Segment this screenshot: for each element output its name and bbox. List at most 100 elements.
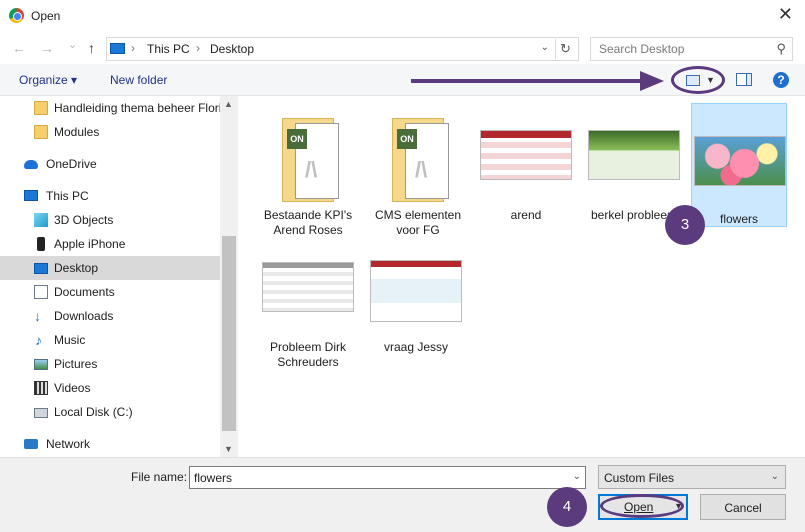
document-thumbnail: ON /\ xyxy=(392,118,449,202)
sidebar-item-label: Apple iPhone xyxy=(54,237,126,251)
file-name-value: flowers xyxy=(194,471,233,485)
refresh-icon[interactable]: ↻ xyxy=(555,39,575,59)
help-icon[interactable]: ? xyxy=(773,72,789,88)
forward-arrow-icon[interactable]: → xyxy=(40,40,54,56)
sidebar-item-this-pc[interactable]: This PC xyxy=(0,184,220,208)
computer-icon xyxy=(110,43,125,54)
sidebar-item-videos[interactable]: Videos xyxy=(0,376,220,400)
onenote-icon: ON xyxy=(287,129,307,149)
chrome-icon xyxy=(9,8,24,23)
close-icon[interactable]: ✕ xyxy=(778,4,793,25)
new-folder-button[interactable]: New folder xyxy=(110,73,167,87)
organize-button[interactable]: Organize ▾ xyxy=(19,73,77,87)
address-bar[interactable]: › This PC › Desktop ⌄ ↻ xyxy=(106,37,579,61)
file-name-label: File name: xyxy=(131,470,188,484)
view-icon xyxy=(686,75,700,86)
file-list: ON /\ Bestaande KPI's Arend Roses ON /\ … xyxy=(238,96,805,457)
cube-icon xyxy=(34,213,48,227)
search-input[interactable]: Search Desktop ⚲ xyxy=(590,37,793,61)
scroll-up-icon[interactable]: ▲ xyxy=(224,99,233,109)
breadcrumb-separator: › xyxy=(196,41,200,55)
scrollbar-thumb[interactable] xyxy=(222,236,236,431)
file-name: flowers xyxy=(719,212,758,226)
file-item-selected[interactable]: flowers xyxy=(691,103,787,227)
download-icon: ↓ xyxy=(34,308,41,324)
breadcrumb-separator: › xyxy=(131,41,135,55)
folder-icon xyxy=(34,101,48,115)
file-item[interactable]: Probleem Dirk Schreuders xyxy=(260,232,356,369)
title-bar: Open ✕ xyxy=(0,0,805,32)
file-name: vraag Jessy xyxy=(383,340,449,354)
annotation-arrow-head xyxy=(640,71,664,91)
document-thumbnail: ON /\ xyxy=(282,118,339,202)
music-icon: ♪ xyxy=(35,332,42,348)
sidebar-item-label: Network xyxy=(46,437,91,451)
chevron-down-icon: ▼ xyxy=(706,75,715,85)
chevron-down-icon[interactable]: ⌄ xyxy=(573,471,581,482)
step-marker-4: 4 xyxy=(547,487,587,527)
document-icon xyxy=(34,285,48,299)
file-item[interactable]: arend xyxy=(478,100,574,224)
navigation-pane: Handleiding thema beheer Flori Modules O… xyxy=(0,96,238,457)
sidebar-item-downloads[interactable]: ↓ Downloads xyxy=(0,304,220,328)
up-arrow-icon[interactable]: ↑ xyxy=(88,40,95,56)
sidebar-item-label: Pictures xyxy=(54,357,98,371)
cancel-button-label: Cancel xyxy=(724,501,762,515)
sidebar-item-label: Downloads xyxy=(54,309,114,323)
image-thumbnail xyxy=(694,136,786,186)
search-icon: ⚲ xyxy=(776,41,786,56)
sidebar-item-label: Modules xyxy=(54,125,100,139)
sidebar-item-music[interactable]: ♪ Music xyxy=(0,328,220,352)
breadcrumb-desktop[interactable]: Desktop xyxy=(210,42,254,56)
folder-icon xyxy=(34,125,48,139)
file-name-field[interactable]: flowers ⌄ xyxy=(189,466,586,489)
change-view-button[interactable]: ▼ xyxy=(671,66,725,94)
sidebar-item-modules[interactable]: Modules xyxy=(0,120,220,144)
annotation-ring xyxy=(600,494,684,518)
sidebar-item-label: Desktop xyxy=(54,261,99,275)
file-type-select[interactable]: Custom Files ⌄ xyxy=(598,465,786,489)
code-mark-icon: /\ xyxy=(415,157,428,182)
chevron-down-icon: ⌄ xyxy=(770,471,779,482)
sidebar-item-pictures[interactable]: Pictures xyxy=(0,352,220,376)
file-item[interactable]: ON /\ CMS elementen voor FG xyxy=(370,100,466,237)
sidebar-item-label: 3D Objects xyxy=(54,213,114,227)
recent-locations-icon[interactable]: ⌄ xyxy=(68,38,77,51)
sidebar-item-label: Documents xyxy=(54,285,115,299)
breadcrumb-this-pc[interactable]: This PC xyxy=(147,42,190,56)
command-bar: Organize ▾ New folder ▼ ? xyxy=(0,64,805,96)
file-item[interactable]: berkel probleem xyxy=(586,100,682,224)
sidebar-item-desktop[interactable]: Desktop xyxy=(0,256,220,280)
file-name: Probleem Dirk Schreuders xyxy=(269,340,347,369)
sidebar-item-onedrive[interactable]: OneDrive xyxy=(0,152,220,176)
cloud-icon xyxy=(24,160,38,169)
image-thumbnail xyxy=(370,260,462,322)
cancel-button[interactable]: Cancel xyxy=(700,494,786,520)
scroll-down-icon[interactable]: ▼ xyxy=(224,444,233,454)
step-marker-3: 3 xyxy=(665,205,705,245)
file-item[interactable]: vraag Jessy xyxy=(368,232,464,356)
sidebar-item-apple-iphone[interactable]: Apple iPhone xyxy=(0,232,220,256)
network-icon xyxy=(24,439,38,449)
code-mark-icon: /\ xyxy=(305,157,318,182)
sidebar-item-3d-objects[interactable]: 3D Objects xyxy=(0,208,220,232)
sidebar-item-label: Music xyxy=(54,333,86,347)
sidebar-item-network[interactable]: Network xyxy=(0,432,220,456)
sidebar-item-label: Local Disk (C:) xyxy=(54,405,133,419)
address-dropdown-icon[interactable]: ⌄ xyxy=(541,42,549,53)
address-row: ← → ⌄ ↑ › This PC › Desktop ⌄ ↻ Search D… xyxy=(0,32,805,64)
computer-icon xyxy=(24,190,38,201)
window-title: Open xyxy=(31,9,61,23)
file-item[interactable]: ON /\ Bestaande KPI's Arend Roses xyxy=(260,100,356,237)
file-type-value: Custom Files xyxy=(604,471,675,485)
sidebar-item-handleiding[interactable]: Handleiding thema beheer Flori xyxy=(0,96,221,120)
image-thumbnail xyxy=(480,130,572,180)
sidebar-scrollbar[interactable]: ▲ ▼ xyxy=(220,96,238,457)
pictures-icon xyxy=(34,359,48,370)
sidebar-item-local-disk[interactable]: Local Disk (C:) xyxy=(0,400,220,424)
sidebar-item-documents[interactable]: Documents xyxy=(0,280,220,304)
sidebar-item-label: Videos xyxy=(54,381,91,395)
footer-bar: File name: flowers ⌄ Custom Files ⌄ Open… xyxy=(0,457,805,532)
preview-pane-icon[interactable] xyxy=(736,73,752,86)
back-arrow-icon[interactable]: ← xyxy=(12,40,26,56)
